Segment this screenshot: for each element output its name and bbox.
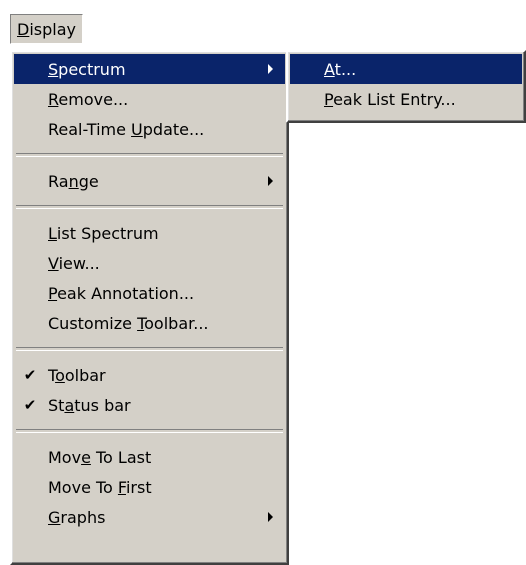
menu-item-label: Real-Time Update... bbox=[48, 119, 205, 139]
menu-separator bbox=[16, 347, 283, 351]
menu-item-list-spectrum[interactable]: List Spectrum bbox=[14, 218, 285, 248]
menu-separator bbox=[16, 205, 283, 209]
menu-item-label: Status bar bbox=[48, 395, 131, 415]
menu-item-toolbar[interactable]: ✔ Toolbar bbox=[14, 360, 285, 390]
menu-item-label: View... bbox=[48, 253, 100, 273]
menu-item-label: Move To First bbox=[48, 477, 152, 497]
menu-item-label: Customize Toolbar... bbox=[48, 313, 209, 333]
menu-item-label: Toolbar bbox=[48, 365, 106, 385]
menu-item-status-bar[interactable]: ✔ Status bar bbox=[14, 390, 285, 420]
menu-item-remove[interactable]: Remove... bbox=[14, 84, 285, 114]
menu-item-range[interactable]: Range bbox=[14, 166, 285, 196]
display-menu: Spectrum Remove... Real-Time Update... R… bbox=[10, 50, 289, 565]
menu-item-peak-annotation[interactable]: Peak Annotation... bbox=[14, 278, 285, 308]
menu-item-label: Peak Annotation... bbox=[48, 283, 195, 303]
checkmark-icon: ✔ bbox=[23, 396, 37, 414]
menu-item-move-to-last[interactable]: Move To Last bbox=[14, 442, 285, 472]
menubar-display[interactable]: Display bbox=[10, 14, 83, 44]
menu-item-graphs[interactable]: Graphs bbox=[14, 502, 285, 532]
menu-item-move-to-first[interactable]: Move To First bbox=[14, 472, 285, 502]
menu-item-real-time-update[interactable]: Real-Time Update... bbox=[14, 114, 285, 144]
menu-item-label: At... bbox=[324, 59, 357, 79]
menu-item-label: Graphs bbox=[48, 507, 106, 527]
menu-item-label: Range bbox=[48, 171, 99, 191]
spectrum-submenu: At... Peak List Entry... bbox=[286, 50, 526, 123]
menu-item-label: List Spectrum bbox=[48, 223, 159, 243]
submenu-item-peak-list-entry[interactable]: Peak List Entry... bbox=[290, 84, 522, 114]
menu-item-spectrum[interactable]: Spectrum bbox=[14, 54, 285, 84]
submenu-item-at[interactable]: At... bbox=[290, 54, 522, 84]
menu-item-label: Peak List Entry... bbox=[324, 89, 456, 109]
menubar-display-label: Display bbox=[17, 19, 76, 39]
submenu-arrow-icon bbox=[268, 176, 273, 186]
menu-item-label: Spectrum bbox=[48, 59, 126, 79]
menu-separator bbox=[16, 153, 283, 157]
checkmark-icon: ✔ bbox=[23, 366, 37, 384]
submenu-arrow-icon bbox=[268, 64, 273, 74]
menu-item-label: Move To Last bbox=[48, 447, 152, 467]
menu-separator bbox=[16, 429, 283, 433]
menu-item-label: Remove... bbox=[48, 89, 129, 109]
menu-item-customize-toolbar[interactable]: Customize Toolbar... bbox=[14, 308, 285, 338]
submenu-arrow-icon bbox=[268, 512, 273, 522]
menu-item-view[interactable]: View... bbox=[14, 248, 285, 278]
